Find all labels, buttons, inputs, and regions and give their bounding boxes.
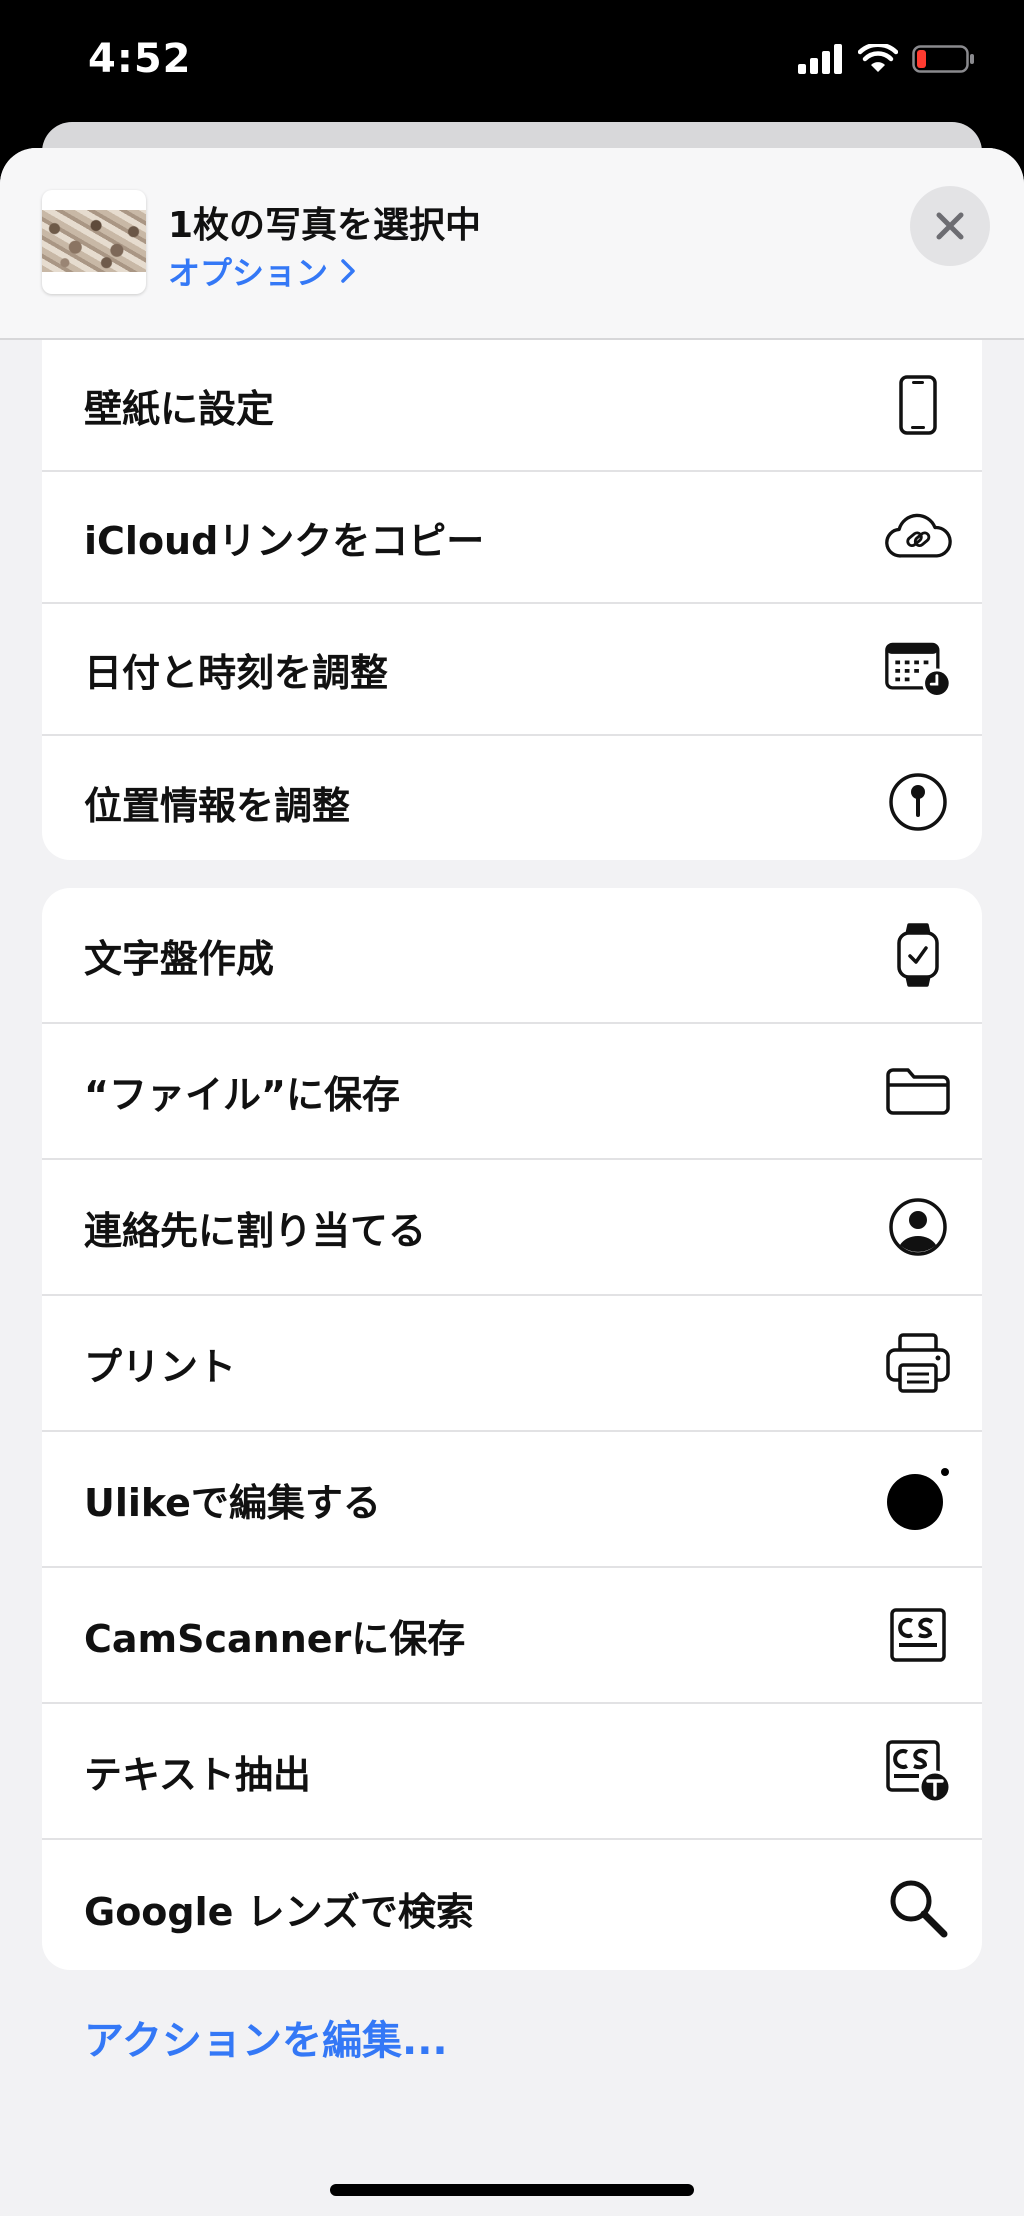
battery-low-icon (912, 45, 974, 73)
action-set-wallpaper[interactable]: 壁紙に設定 (42, 340, 982, 472)
action-label: Google レンズで検索 (84, 1889, 474, 1934)
action-label: 壁紙に設定 (84, 386, 275, 431)
printer-icon (884, 1329, 952, 1397)
cloud-link-icon (884, 503, 952, 571)
selection-title: 1枚の写真を選択中 (168, 205, 482, 246)
home-indicator[interactable] (330, 2184, 694, 2196)
options-label: オプション (168, 254, 329, 292)
status-time: 4:52 (88, 36, 192, 82)
action-create-watch-face[interactable]: 文字盤作成 (42, 888, 982, 1024)
phone-icon (884, 371, 952, 439)
person-circle-icon (884, 1193, 952, 1261)
action-search-with-google-lens[interactable]: Google レンズで検索 (42, 1840, 982, 1970)
actions-group-1: 壁紙に設定 iCloudリンクをコピー 日付と時刻を調整 位置情報を調整 (42, 340, 982, 860)
calendar-clock-icon (884, 635, 952, 703)
status-icons (798, 44, 976, 74)
share-sheet-header: 1枚の写真を選択中 オプション (0, 148, 1024, 340)
chevron-right-icon (341, 259, 355, 283)
photo-thumbnail (42, 190, 146, 294)
location-pin-icon (884, 768, 952, 836)
edit-actions-link[interactable]: アクションを編集... (84, 2008, 448, 2066)
action-save-to-camscanner[interactable]: CamScannerに保存 (42, 1568, 982, 1704)
action-label: プリント (84, 1344, 237, 1389)
magnifier-icon (884, 1874, 952, 1942)
action-label: CamScannerに保存 (84, 1616, 466, 1661)
actions-group-2: 文字盤作成 “ファイル”に保存 連絡先に割り当てる プリント Ulikeで編集す… (42, 888, 982, 1970)
action-label: テキスト抽出 (84, 1752, 311, 1797)
action-label: Ulikeで編集する (84, 1480, 381, 1525)
action-label: 連絡先に割り当てる (84, 1208, 427, 1253)
action-label: 日付と時刻を調整 (84, 650, 389, 695)
action-extract-text[interactable]: テキスト抽出 (42, 1704, 982, 1840)
action-adjust-date-time[interactable]: 日付と時刻を調整 (42, 604, 982, 736)
close-icon (936, 212, 964, 240)
action-save-to-files[interactable]: “ファイル”に保存 (42, 1024, 982, 1160)
action-assign-to-contact[interactable]: 連絡先に割り当てる (42, 1160, 982, 1296)
action-label: “ファイル”に保存 (84, 1072, 400, 1117)
ulike-icon (884, 1465, 952, 1533)
action-label: 位置情報を調整 (84, 783, 351, 828)
close-button[interactable] (910, 186, 990, 266)
share-sheet: 1枚の写真を選択中 オプション 壁紙に設定 iCloudリンクをコピー 日付と時… (0, 148, 1024, 2216)
folder-icon (884, 1057, 952, 1125)
action-edit-with-ulike[interactable]: Ulikeで編集する (42, 1432, 982, 1568)
signal-icon (798, 44, 842, 74)
action-copy-icloud-link[interactable]: iCloudリンクをコピー (42, 472, 982, 604)
action-print[interactable]: プリント (42, 1296, 982, 1432)
wifi-icon (858, 44, 898, 72)
action-label: 文字盤作成 (84, 936, 275, 981)
options-link[interactable]: オプション (168, 248, 356, 294)
watch-icon (884, 921, 952, 989)
photo-thumbnail-image (42, 210, 146, 272)
camscanner-text-icon (884, 1737, 952, 1805)
action-label: iCloudリンクをコピー (84, 518, 485, 563)
status-bar: 4:52 (0, 0, 1024, 130)
action-adjust-location[interactable]: 位置情報を調整 (42, 736, 982, 860)
camscanner-icon (884, 1601, 952, 1669)
